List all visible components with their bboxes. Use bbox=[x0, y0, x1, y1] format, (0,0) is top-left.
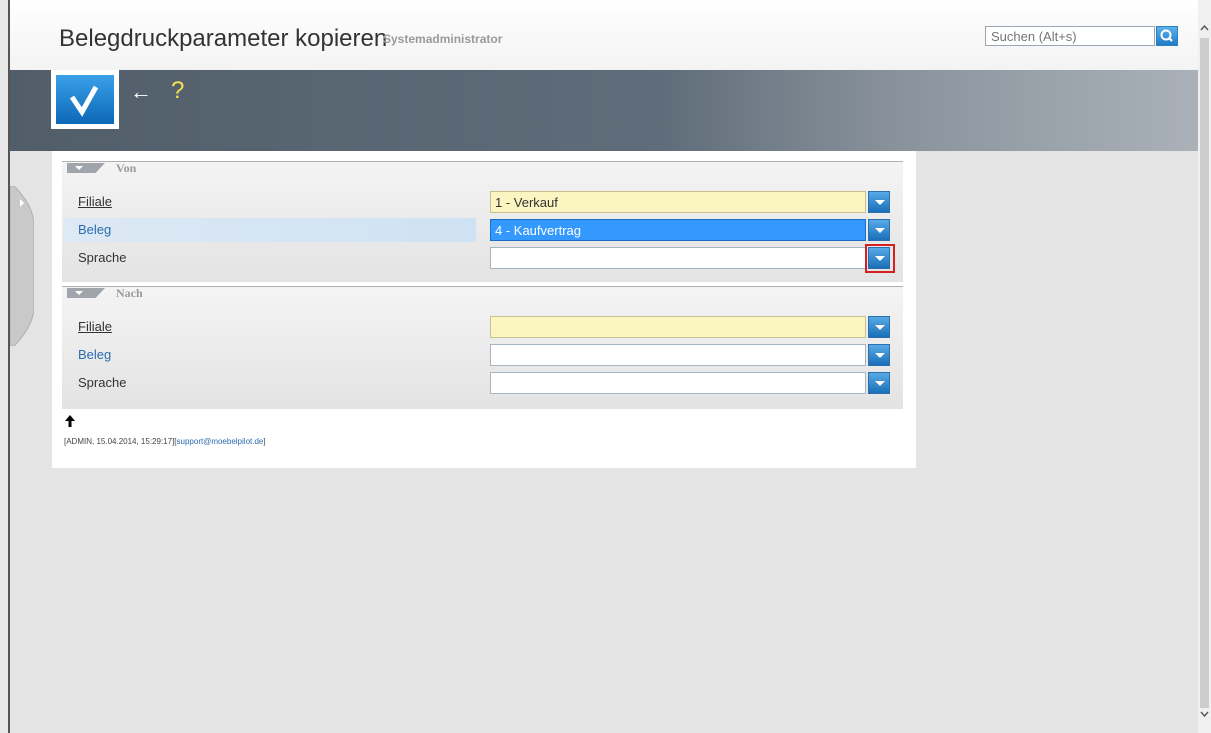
nach-beleg-label: Beleg bbox=[78, 347, 112, 362]
scrollbar-thumb[interactable] bbox=[1200, 38, 1209, 708]
nach-beleg-field[interactable] bbox=[490, 344, 866, 366]
confirm-button[interactable] bbox=[51, 70, 119, 129]
collapse-arrow-icon bbox=[75, 291, 83, 295]
user-role-label: Systemadministrator bbox=[383, 32, 503, 46]
nach-sprache-field[interactable] bbox=[490, 372, 866, 394]
chevron-down-icon bbox=[875, 228, 885, 233]
search-icon bbox=[1160, 29, 1173, 42]
search-button[interactable] bbox=[1156, 26, 1178, 46]
toolbar bbox=[10, 70, 1198, 151]
page-title: Belegdruckparameter kopieren bbox=[59, 25, 388, 52]
checkmark-icon bbox=[69, 85, 99, 117]
von-sprache-field[interactable] bbox=[490, 247, 866, 269]
chevron-down-icon bbox=[875, 325, 885, 330]
footer-info-prefix: [ADMIN, 15.04.2014, 15:29:17][ bbox=[64, 437, 177, 446]
footer-info-suffix: ] bbox=[263, 437, 266, 446]
nach-sprache-dropdown-button[interactable] bbox=[868, 372, 890, 394]
window-left-border bbox=[0, 0, 10, 733]
von-beleg-field[interactable]: 4 - Kaufvertrag bbox=[490, 219, 866, 241]
von-sprache-dropdown-button[interactable] bbox=[868, 247, 890, 269]
footer-info: [ADMIN, 15.04.2014, 15:29:17][support@mo… bbox=[64, 437, 266, 446]
von-filiale-field[interactable]: 1 - Verkauf bbox=[490, 191, 866, 213]
von-filiale-dropdown-button[interactable] bbox=[868, 191, 890, 213]
nach-beleg-dropdown-button[interactable] bbox=[868, 344, 890, 366]
von-sprache-label: Sprache bbox=[78, 250, 127, 265]
nach-filiale-dropdown-button[interactable] bbox=[868, 316, 890, 338]
chevron-down-icon bbox=[875, 256, 885, 261]
section-von-toggle[interactable] bbox=[67, 163, 105, 173]
section-nach-title: Nach bbox=[116, 286, 143, 300]
help-icon[interactable]: ? bbox=[171, 77, 184, 105]
chevron-down-icon bbox=[875, 200, 885, 205]
search-input[interactable] bbox=[985, 26, 1155, 46]
back-arrow-icon[interactable]: ← bbox=[130, 79, 152, 105]
chevron-down-icon bbox=[875, 353, 885, 358]
nach-filiale-field[interactable] bbox=[490, 316, 866, 338]
section-von-title: Von bbox=[116, 161, 137, 175]
von-beleg-label: Beleg bbox=[78, 222, 112, 237]
side-panel-handle[interactable] bbox=[9, 185, 35, 347]
support-email-link[interactable]: support@moebelpilot.de bbox=[177, 437, 264, 446]
section-nach-toggle[interactable] bbox=[67, 288, 105, 298]
von-filiale-label[interactable]: Filiale bbox=[78, 194, 112, 209]
nach-sprache-label: Sprache bbox=[78, 375, 127, 390]
collapse-arrow-icon bbox=[75, 166, 83, 170]
active-row-highlight bbox=[64, 218, 476, 242]
scroll-up-icon[interactable] bbox=[1200, 22, 1209, 34]
scroll-top-icon[interactable] bbox=[64, 414, 76, 433]
von-beleg-dropdown-button[interactable] bbox=[868, 219, 890, 241]
chevron-down-icon bbox=[875, 381, 885, 386]
scroll-down-icon[interactable] bbox=[1200, 708, 1209, 720]
nach-filiale-label[interactable]: Filiale bbox=[78, 319, 112, 334]
